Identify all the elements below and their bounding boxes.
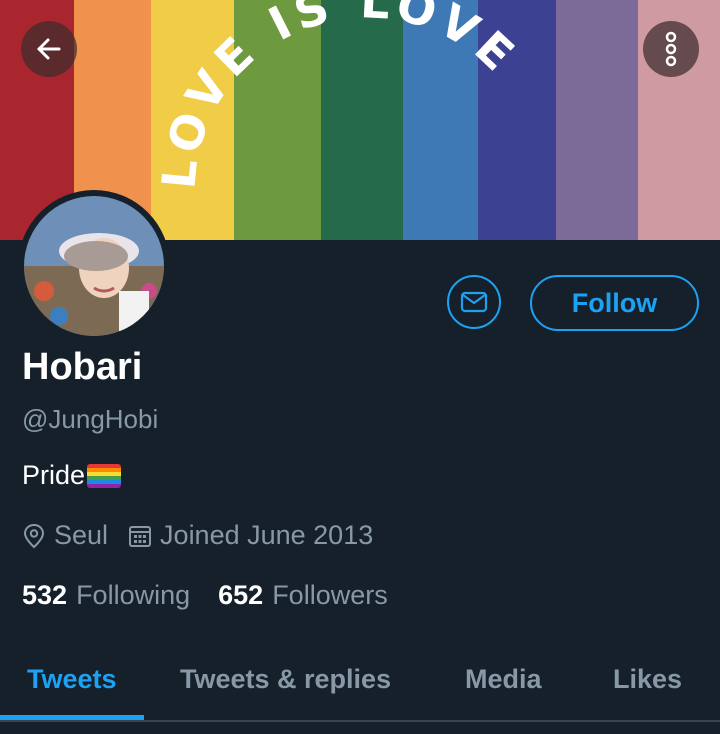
joined-text: Joined June 2013 bbox=[160, 520, 374, 550]
tab-likes[interactable]: Likes bbox=[613, 664, 682, 695]
mail-icon bbox=[460, 291, 488, 313]
display-name: Hobari bbox=[22, 346, 143, 388]
following-count: 532 bbox=[22, 580, 68, 610]
following-label: Following bbox=[76, 580, 191, 610]
location-item: Seul bbox=[22, 520, 108, 551]
message-button[interactable] bbox=[447, 275, 501, 329]
banner-word-love-2: LOVE bbox=[359, 0, 529, 85]
bio-text: Pride bbox=[22, 460, 86, 490]
joined-item: Joined June 2013 bbox=[128, 520, 373, 551]
followers-label: Followers bbox=[272, 580, 388, 610]
profile-tabs: Tweets Tweets & replies Media Likes bbox=[0, 640, 720, 722]
bio: Pride bbox=[22, 460, 122, 491]
location-text: Seul bbox=[54, 520, 109, 550]
arrow-left-icon bbox=[37, 38, 61, 60]
profile-page: LOVE IS LOVE Follow Hobari @JungHobi Pri… bbox=[0, 0, 720, 734]
user-handle: @JungHobi bbox=[22, 404, 159, 434]
calendar-icon bbox=[129, 525, 152, 547]
rainbow-flag-icon bbox=[87, 463, 122, 488]
back-button[interactable] bbox=[21, 21, 77, 77]
more-vertical-icon bbox=[665, 31, 677, 67]
followers-count: 652 bbox=[218, 580, 264, 610]
avatar[interactable] bbox=[18, 190, 170, 342]
location-pin-icon bbox=[23, 523, 45, 548]
tabs-divider bbox=[0, 720, 720, 722]
svg-text:LOVE IS LOVE: LOVE IS LOVE bbox=[151, 0, 528, 191]
tab-tweets-replies[interactable]: Tweets & replies bbox=[180, 664, 391, 695]
follow-stats: 532 Following 652 Followers bbox=[22, 580, 388, 611]
tab-tweets[interactable]: Tweets bbox=[27, 664, 117, 695]
following-stat[interactable]: 532 Following bbox=[22, 580, 190, 611]
profile-meta: Seul Joined June 2013 bbox=[22, 520, 373, 551]
more-options-button[interactable] bbox=[643, 21, 699, 77]
followers-stat[interactable]: 652 Followers bbox=[218, 580, 388, 611]
banner-word-love-1: LOVE bbox=[151, 22, 268, 191]
avatar-image bbox=[24, 196, 164, 336]
follow-button[interactable]: Follow bbox=[530, 275, 699, 331]
tab-media[interactable]: Media bbox=[465, 664, 542, 695]
